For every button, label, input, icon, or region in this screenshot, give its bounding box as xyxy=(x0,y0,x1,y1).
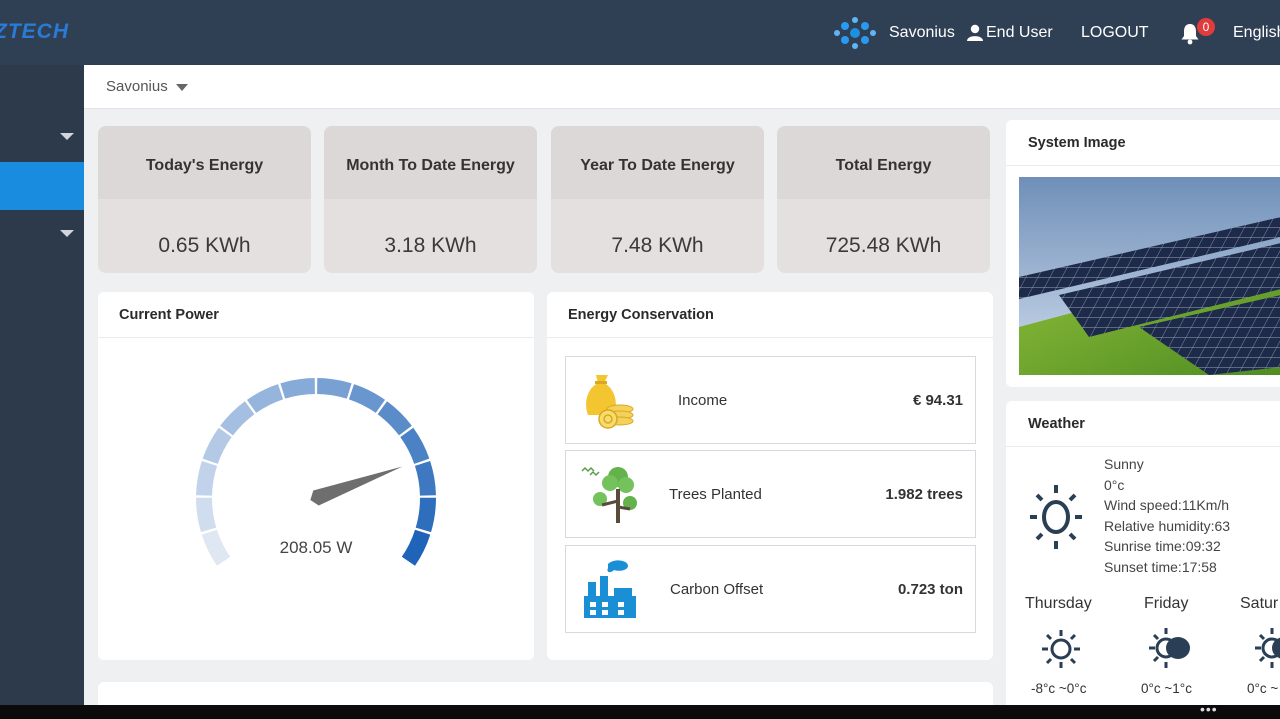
gauge-segment xyxy=(196,497,217,533)
forecast-day: Thursday xyxy=(1025,595,1092,612)
gauge-segment xyxy=(246,384,284,413)
kpi-card-year-energy: Year To Date Energy 7.48 KWh xyxy=(551,126,764,273)
weather-condition: Sunny xyxy=(1104,456,1144,472)
kpi-card-today-energy: Today's Energy 0.65 KWh xyxy=(98,126,311,273)
panel-title: Current Power xyxy=(98,292,534,338)
gauge-segment xyxy=(280,378,315,399)
kpi-card-month-energy: Month To Date Energy 3.18 KWh xyxy=(324,126,537,273)
gauge-segment xyxy=(202,427,232,464)
kpi-value: 0.65 KWh xyxy=(158,234,251,257)
gauge-segment xyxy=(377,401,412,436)
energy-conservation-panel: Energy Conservation Income € 94.31 Trees… xyxy=(547,292,993,660)
more-options-icon[interactable]: ••• xyxy=(1200,701,1218,717)
system-image-panel: System Image xyxy=(1006,120,1280,387)
kpi-value: 3.18 KWh xyxy=(384,234,477,257)
sidebar-item-active[interactable] xyxy=(0,162,84,210)
gauge-segment xyxy=(348,384,386,413)
caret-down-icon xyxy=(175,83,188,91)
site-subheader: Savonius xyxy=(84,65,1280,109)
income-row: Income € 94.31 xyxy=(565,356,976,444)
dashboard-app: ZTECH Savonius End User LOGOUT 0 English xyxy=(0,0,1280,719)
panel-title: Weather xyxy=(1006,401,1280,447)
forecast-temp: 0°c ~ xyxy=(1247,681,1279,696)
top-navbar: ZTECH Savonius End User LOGOUT 0 English xyxy=(0,0,1280,65)
kpi-label: Year To Date Energy xyxy=(551,126,764,199)
gauge-needle xyxy=(310,466,403,506)
gauge-segment xyxy=(317,378,352,399)
site-name-link[interactable]: Savonius xyxy=(889,0,955,65)
chevron-down-icon xyxy=(60,230,74,237)
current-power-panel: Current Power 208.05 W xyxy=(98,292,534,660)
kpi-label: Today's Energy xyxy=(98,126,311,199)
income-label: Income xyxy=(678,392,728,409)
user-icon xyxy=(967,24,983,41)
gauge-segment xyxy=(414,460,436,496)
gauge-segment xyxy=(415,497,436,533)
notification-badge: 0 xyxy=(1197,18,1215,36)
trees-planted-label: Trees Planted xyxy=(669,486,762,503)
gauge-segment xyxy=(400,427,430,464)
site-brand-icon xyxy=(834,17,876,49)
user-menu[interactable]: End User xyxy=(986,0,1053,65)
kpi-card-total-energy: Total Energy 725.48 KWh xyxy=(777,126,990,273)
gauge-segment xyxy=(220,401,255,436)
kpi-label: Month To Date Energy xyxy=(324,126,537,199)
weather-humidity: Relative humidity:63 xyxy=(1104,518,1231,534)
kpi-label: Total Energy xyxy=(777,126,990,199)
sun-icon xyxy=(1030,485,1082,549)
income-value: € 94.31 xyxy=(912,392,963,409)
gauge-segment xyxy=(401,529,431,566)
logout-button[interactable]: LOGOUT xyxy=(1081,0,1149,65)
forecast-day: Satur xyxy=(1240,595,1279,612)
forecast-day: Friday xyxy=(1144,595,1189,612)
kpi-value: 725.48 KWh xyxy=(825,234,942,257)
site-dropdown[interactable]: Savonius xyxy=(106,78,188,95)
carbon-offset-label: Carbon Offset xyxy=(670,581,764,598)
weather-sunset: Sunset time:17:58 xyxy=(1104,559,1217,575)
gauge-segment xyxy=(196,460,218,496)
kpi-value: 7.48 KWh xyxy=(611,234,704,257)
solar-panel-photo xyxy=(1019,177,1280,375)
carbon-offset-value: 0.723 ton xyxy=(897,581,963,598)
gauge-segment xyxy=(201,529,231,566)
weather-panel: Weather Sunny 0°c Wind speed:11Km/h Rela… xyxy=(1006,401,1280,706)
site-dropdown-label: Savonius xyxy=(106,78,168,95)
carbon-offset-row: Carbon Offset 0.723 ton xyxy=(565,545,976,633)
sidebar-item-collapsible-1[interactable] xyxy=(0,113,84,161)
panel-title: Energy Conservation xyxy=(547,292,993,338)
partly-cloudy-icon xyxy=(1149,628,1190,668)
language-selector[interactable]: English xyxy=(1233,0,1280,65)
sidebar xyxy=(0,65,84,719)
sun-icon xyxy=(1042,630,1080,668)
sidebar-item-collapsible-2[interactable] xyxy=(0,210,84,258)
trees-planted-row: Trees Planted 1.982 trees xyxy=(565,450,976,538)
chevron-down-icon xyxy=(60,133,74,140)
money-bag-coins-icon xyxy=(586,375,634,429)
weather-sunrise: Sunrise time:09:32 xyxy=(1104,538,1221,554)
trees-icon xyxy=(581,466,637,523)
power-reading: 208.05 W xyxy=(280,538,353,557)
system-taskbar xyxy=(0,705,1280,719)
trees-planted-value: 1.982 trees xyxy=(885,486,963,503)
panel-title: System Image xyxy=(1006,120,1280,166)
forecast-temp: -8°c ~0°c xyxy=(1031,681,1087,696)
power-gauge: 208.05 W xyxy=(196,378,436,566)
factory-icon xyxy=(584,560,636,618)
company-logo[interactable]: ZTECH xyxy=(0,20,69,44)
weather-wind-speed: Wind speed:11Km/h xyxy=(1104,497,1230,513)
partly-cloudy-icon xyxy=(1255,628,1280,668)
forecast-temp: 0°c ~1°c xyxy=(1141,681,1192,696)
weather-temperature: 0°c xyxy=(1104,477,1125,493)
